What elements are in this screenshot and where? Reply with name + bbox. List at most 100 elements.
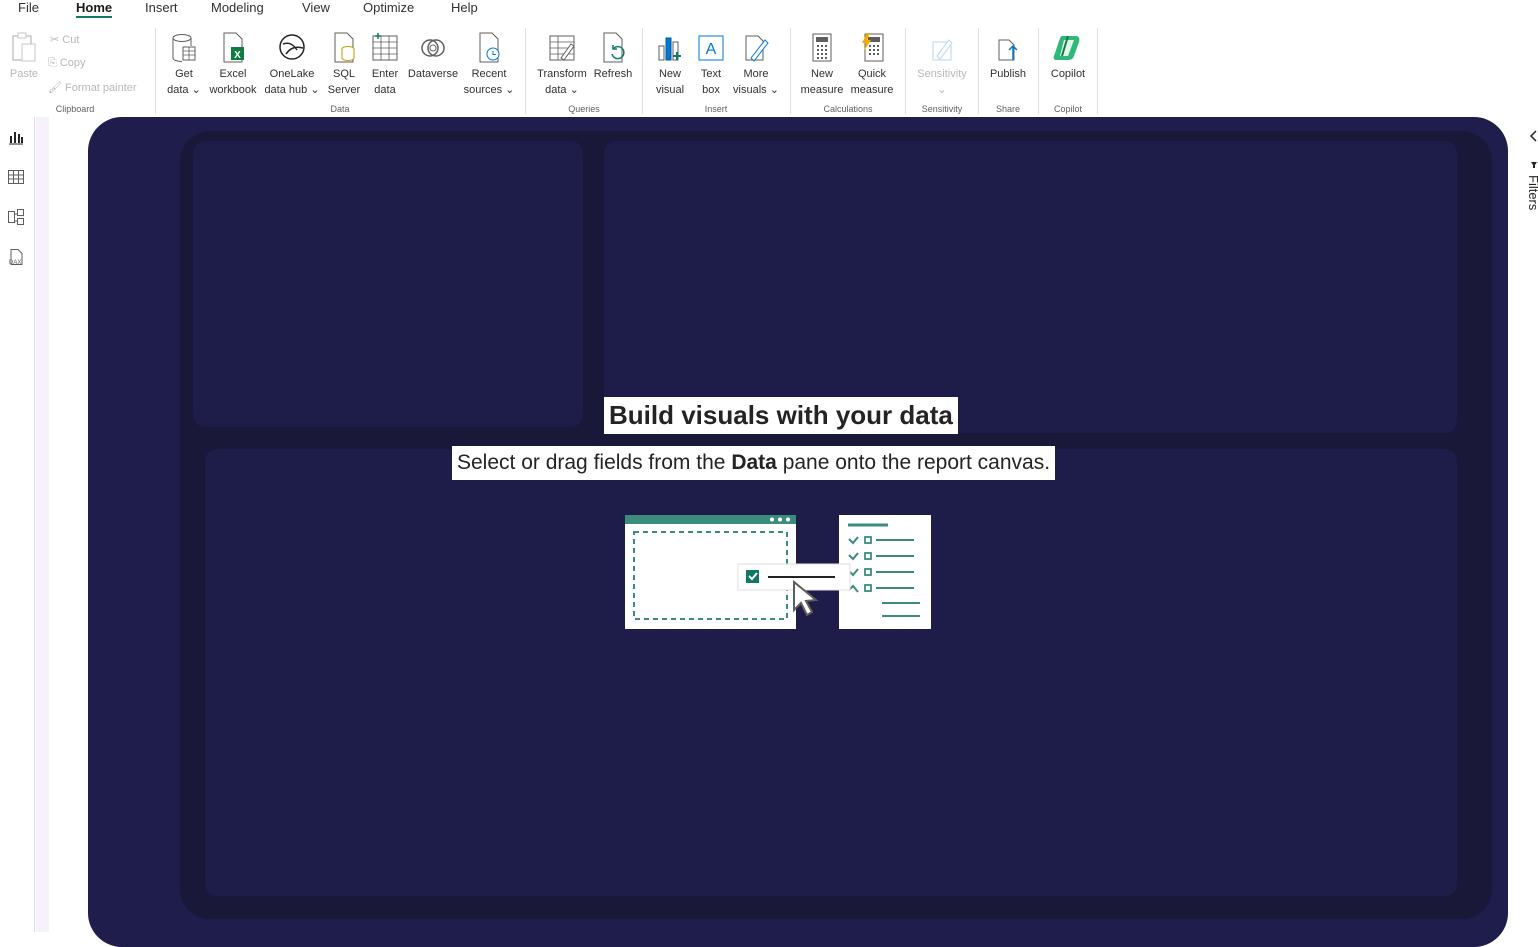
view-switcher-rail: DAX <box>0 117 35 932</box>
text-box-label-2: box <box>702 84 720 96</box>
sensitivity-icon <box>932 39 953 61</box>
excel-label-1: Excel <box>219 68 247 80</box>
text-box-button[interactable]: A Text box <box>692 32 730 98</box>
empty-canvas-title: Build visuals with your data <box>604 397 958 434</box>
filters-pane-collapsed[interactable]: Filters <box>1510 117 1538 932</box>
cut-label: Cut <box>62 34 80 46</box>
group-label-data: Data <box>330 104 350 114</box>
tab-home[interactable]: Home <box>76 0 113 18</box>
new-visual-button[interactable]: New visual <box>650 32 690 98</box>
cut-icon: ✂ <box>50 34 63 46</box>
sensitivity-label: Sensitivity <box>917 68 967 80</box>
group-label-sensitivity: Sensitivity <box>921 104 963 114</box>
excel-icon: X <box>223 32 244 63</box>
dataverse-icon <box>421 39 445 57</box>
new-visual-label-2: visual <box>655 84 685 96</box>
svg-text:A: A <box>706 41 717 58</box>
more-visuals-label-2: visuals <box>733 84 767 96</box>
model-view-icon[interactable] <box>7 208 25 226</box>
canvas-background-strip <box>36 117 49 932</box>
more-visuals-label-1: More <box>743 68 769 80</box>
transform-data-button[interactable]: Transform data ⌄ <box>533 32 591 98</box>
onelake-icon <box>279 34 305 60</box>
sql-server-button[interactable]: SQL Server <box>325 32 363 98</box>
transform-label-1: Transform <box>537 68 587 80</box>
excel-label-2: workbook <box>209 84 257 96</box>
transform-data-icon <box>549 35 575 61</box>
svg-text:X: X <box>234 50 241 61</box>
copy-icon: ⎘ <box>48 57 60 69</box>
format-painter-button[interactable]: 🖌 Format painter <box>48 81 137 94</box>
text-box-label-1: Text <box>700 68 722 80</box>
publish-icon <box>998 39 1018 61</box>
recent-label-1: Recent <box>471 68 507 80</box>
chevron-down-icon: ⌄ <box>188 84 201 96</box>
get-data-button[interactable]: Get data ⌄ <box>163 32 205 98</box>
sensitivity-button[interactable]: Sensitivity ⌄ <box>911 32 973 98</box>
tab-modeling[interactable]: Modeling <box>211 0 264 15</box>
divider <box>1038 28 1039 114</box>
tab-help[interactable]: Help <box>451 0 478 15</box>
new-measure-label-1: New <box>810 68 833 80</box>
filters-pane-label: Filters <box>1526 175 1538 211</box>
onelake-data-hub-button[interactable]: OneLake data hub ⌄ <box>262 32 322 98</box>
quick-measure-button[interactable]: Quick measure <box>847 32 897 98</box>
new-visual-icon <box>658 37 681 61</box>
report-view-icon[interactable] <box>7 128 25 146</box>
table-icon <box>372 33 398 61</box>
divider <box>978 28 979 114</box>
chevron-left-icon[interactable] <box>1528 129 1538 143</box>
divider <box>790 28 791 114</box>
quick-measure-label-2: measure <box>850 84 894 96</box>
group-label-queries: Queries <box>568 104 600 114</box>
paste-button[interactable]: Paste <box>6 32 42 82</box>
svg-text:DAX: DAX <box>9 260 21 266</box>
enter-data-label-1: Enter <box>371 68 399 80</box>
placeholder-tile-top-left[interactable] <box>193 141 583 427</box>
new-measure-button[interactable]: New measure <box>798 32 846 98</box>
cut-button[interactable]: ✂ Cut <box>50 33 79 46</box>
tab-insert[interactable]: Insert <box>145 0 178 15</box>
copilot-button[interactable]: Copilot <box>1044 32 1092 82</box>
publish-button[interactable]: Publish <box>985 32 1031 82</box>
enter-data-button[interactable]: Enter data <box>366 32 404 98</box>
divider <box>525 28 526 114</box>
divider <box>155 28 156 114</box>
tab-view[interactable]: View <box>302 0 330 15</box>
chevron-down-icon: ⌄ <box>566 84 579 96</box>
copy-label: Copy <box>59 57 86 69</box>
more-visuals-icon <box>745 35 769 62</box>
excel-workbook-button[interactable]: X Excel workbook <box>205 32 261 98</box>
group-label-share: Share <box>995 104 1021 114</box>
dataverse-button[interactable]: Dataverse <box>405 32 461 82</box>
more-visuals-button[interactable]: More visuals ⌄ <box>731 32 781 98</box>
chevron-down-icon: ⌄ <box>766 84 779 96</box>
recent-sources-icon <box>479 32 500 63</box>
onelake-label-1: OneLake <box>269 68 315 80</box>
placeholder-tile-top-right[interactable] <box>604 141 1457 433</box>
paste-icon <box>12 32 36 62</box>
tab-file[interactable]: File <box>18 0 39 15</box>
dax-query-view-icon[interactable]: DAX <box>7 248 25 266</box>
refresh-button[interactable]: Refresh <box>591 32 635 82</box>
chevron-down-icon: ⌄ <box>502 84 515 96</box>
sql-label-1: SQL <box>332 68 355 80</box>
table-view-icon[interactable] <box>7 168 25 186</box>
dataverse-label: Dataverse <box>407 68 459 80</box>
sql-label-2: Server <box>327 84 361 96</box>
paste-label: Paste <box>9 68 39 80</box>
format-painter-icon: 🖌 <box>48 82 66 94</box>
text-box-icon: A <box>698 35 724 61</box>
subtitle-post: pane onto the report canvas. <box>782 451 1051 474</box>
group-label-copilot: Copilot <box>1053 104 1082 114</box>
tab-optimize[interactable]: Optimize <box>363 0 414 15</box>
group-label-calculations: Calculations <box>823 104 873 114</box>
recent-sources-button[interactable]: Recent sources ⌄ <box>462 32 516 98</box>
new-visual-label-1: New <box>658 68 681 80</box>
subtitle-pre: Select or drag fields from the <box>457 451 726 474</box>
onelake-label-2: data hub <box>264 84 308 96</box>
calculator-icon <box>812 33 832 62</box>
copy-button[interactable]: ⎘ Copy <box>48 57 86 70</box>
quick-measure-label-1: Quick <box>857 68 887 80</box>
new-measure-label-2: measure <box>800 84 844 96</box>
